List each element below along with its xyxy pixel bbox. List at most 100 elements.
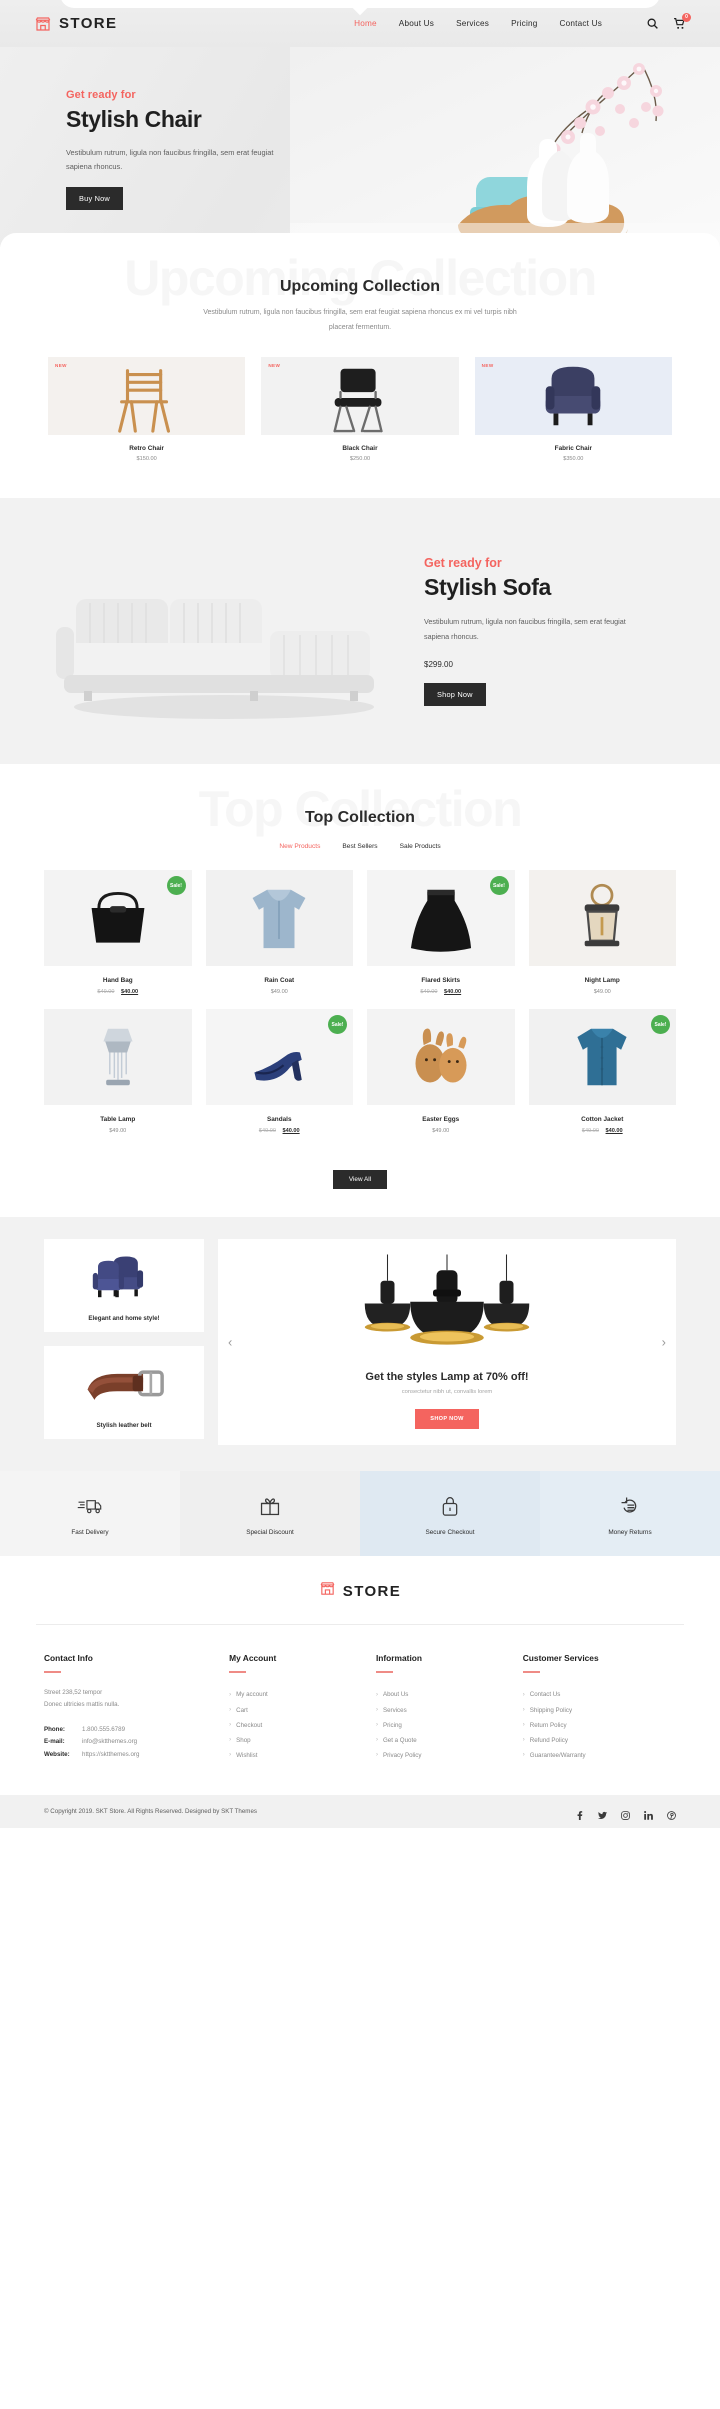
tab-sale-products[interactable]: Sale Products	[400, 843, 441, 850]
carousel-next-arrow[interactable]: ›	[662, 1336, 666, 1349]
instagram-icon[interactable]	[621, 1807, 630, 1821]
column-rule	[522, 1671, 540, 1674]
footer-column-contact-info: Contact Info Street 238,52 tempor Donec …	[44, 1653, 219, 1763]
promo-card-armchairs[interactable]: Elegant and home style!	[44, 1239, 204, 1333]
nav-item-about-us[interactable]: About Us	[399, 19, 434, 28]
upcoming-product-grid: NEW Retro Chair $150.00 NEW Black Chair …	[0, 335, 720, 462]
upcoming-card-black-chair[interactable]: NEW Black Chair $250.00	[261, 357, 459, 463]
contact-value[interactable]: 1.800.555.6789	[82, 1724, 125, 1737]
product-name: Table Lamp	[100, 1116, 136, 1124]
copyright-bar: © Copyright 2019. SKT Store. All Rights …	[0, 1795, 720, 1829]
store-homepage: STORE Home About Us Services Pricing Con…	[0, 0, 720, 1829]
footer-link-pricing[interactable]: › Pricing	[376, 1718, 513, 1733]
product-price: $49.00	[432, 1128, 450, 1135]
carousel-prev-arrow[interactable]: ‹	[228, 1336, 232, 1349]
footer-link-shipping-policy[interactable]: › Shipping Policy	[523, 1703, 676, 1718]
feature-fast-delivery[interactable]: Fast Delivery	[0, 1471, 180, 1557]
linkedin-icon[interactable]	[644, 1807, 653, 1821]
product-card-hand-bag[interactable]: Sale! Hand Bag $49.00 $40.00	[44, 870, 192, 995]
view-all-button[interactable]: View All	[332, 1170, 388, 1190]
contact-key: Phone:	[44, 1725, 65, 1733]
footer-link-about-us[interactable]: › About Us	[376, 1687, 513, 1702]
promo-subtitle: consectetur nibh ut, convallis lorem	[401, 1389, 493, 1396]
promo-shop-now-button[interactable]: SHOP NOW	[415, 1409, 479, 1430]
nav-item-home[interactable]: Home	[354, 19, 377, 28]
features-bar: Fast Delivery Special Discount Secure Ch…	[0, 1471, 720, 1557]
product-price: $40.00	[605, 1128, 623, 1135]
feature-label: Special Discount	[246, 1529, 294, 1537]
brand-logo[interactable]: STORE	[34, 15, 117, 33]
top-collection-tabs: New Products Best Sellers Sale Products	[0, 843, 720, 850]
product-card-rain-coat[interactable]: Rain Coat $49.00	[205, 870, 353, 995]
footer-link-services[interactable]: › Services	[376, 1703, 513, 1718]
product-price: $49.00	[109, 1128, 127, 1135]
tab-new-products[interactable]: New Products	[279, 843, 320, 850]
column-title: Information	[375, 1653, 422, 1664]
footer-link-refund-policy[interactable]: › Refund Policy	[523, 1733, 676, 1748]
footer-logo[interactable]: STORE	[0, 1580, 720, 1624]
contact-value[interactable]: https://sktthemes.org	[82, 1749, 139, 1762]
search-icon[interactable]	[646, 17, 659, 30]
product-card-flared-skirts[interactable]: Sale! Flared Skirts $49.00 $40.00	[367, 870, 515, 995]
promo-caption: Elegant and home style!	[88, 1315, 160, 1323]
facebook-icon[interactable]	[575, 1807, 584, 1821]
footer-link-guarantee-warranty[interactable]: › Guarantee/Warranty	[523, 1748, 676, 1763]
nav-item-services[interactable]: Services	[456, 19, 489, 28]
product-card-easter-eggs[interactable]: Easter Eggs $49.00	[367, 1009, 515, 1134]
hero-banner: Get ready for Stylish Chair Vestibulum r…	[0, 47, 720, 247]
product-name: Fabric Chair	[554, 445, 592, 453]
nav-item-pricing[interactable]: Pricing	[511, 19, 537, 28]
shop-now-button[interactable]: Shop Now	[424, 683, 486, 707]
column-title: My Account	[229, 1653, 277, 1664]
footer-link-return-policy[interactable]: › Return Policy	[523, 1718, 676, 1733]
upcoming-collection-section: Upcoming Collection Upcoming Collection …	[0, 233, 720, 472]
feature-special-discount[interactable]: Special Discount	[180, 1471, 360, 1557]
feature-secure-checkout[interactable]: Secure Checkout	[360, 1471, 540, 1557]
product-image-fabric-chair: NEW	[474, 357, 672, 436]
footer-link-wishlist[interactable]: › Wishlist	[229, 1748, 366, 1763]
footer-link-contact-us[interactable]: › Contact Us	[523, 1687, 676, 1702]
product-price: $40.00	[444, 989, 462, 996]
buy-now-button[interactable]: Buy Now	[66, 187, 123, 211]
product-card-cotton-jacket[interactable]: Sale! Cotton Jacket $49.00 $40.00	[528, 1009, 676, 1135]
cart-icon[interactable]: 0	[673, 13, 691, 30]
footer-link-my-account[interactable]: › My account	[229, 1687, 366, 1702]
footer-link-privacy-policy[interactable]: › Privacy Policy	[376, 1748, 513, 1763]
link-label: Pricing	[382, 1721, 402, 1729]
upcoming-card-retro-chair[interactable]: NEW Retro Chair $150.00	[48, 357, 246, 462]
link-label: Guarantee/Warranty	[529, 1752, 586, 1760]
promo-card-belt[interactable]: Stylish leather belt	[44, 1346, 204, 1440]
footer-link-get-a-quote[interactable]: › Get a Quote	[376, 1733, 513, 1748]
column-rule	[44, 1671, 61, 1674]
link-label: Checkout	[236, 1721, 263, 1729]
storefront-icon	[319, 1580, 336, 1602]
new-badge: NEW	[268, 363, 281, 369]
chevron-right-icon: ›	[522, 1691, 525, 1698]
tab-best-sellers[interactable]: Best Sellers	[342, 843, 377, 850]
twitter-icon[interactable]	[598, 1807, 607, 1820]
product-old-price: $49.00	[581, 1128, 599, 1135]
footer-link-shop[interactable]: › Shop	[229, 1733, 366, 1748]
upcoming-description: Vestibulum rutrum, ligula non faucibus f…	[203, 309, 517, 331]
feature-money-returns[interactable]: Money Returns	[540, 1471, 720, 1557]
product-card-table-lamp[interactable]: Table Lamp $49.00	[44, 1009, 192, 1134]
link-label: Privacy Policy	[382, 1752, 422, 1760]
feature-label: Money Returns	[608, 1529, 652, 1537]
footer-link-cart[interactable]: › Cart	[229, 1703, 366, 1718]
footer-link-checkout[interactable]: › Checkout	[229, 1718, 366, 1733]
product-card-sandals[interactable]: Sale! Sandals $49.00 $40.00	[205, 1009, 353, 1134]
column-rule	[229, 1671, 247, 1674]
product-name: Easter Eggs	[422, 1116, 460, 1124]
link-label: Contact Us	[529, 1691, 561, 1699]
brand-name: STORE	[59, 15, 118, 32]
nav-item-contact-us[interactable]: Contact Us	[560, 19, 603, 28]
product-price: $250.00	[349, 456, 371, 463]
upcoming-card-fabric-chair[interactable]: NEW Fabric Chair $350.00	[474, 357, 672, 462]
hero-title: Stylish Chair	[66, 106, 202, 132]
product-card-night-lamp[interactable]: Night Lamp $49.00	[528, 870, 676, 995]
contact-value[interactable]: info@sktthemes.org	[82, 1736, 137, 1749]
sofa-description: Vestibulum rutrum, ligula non faucibus f…	[424, 617, 626, 641]
pinterest-icon[interactable]	[667, 1807, 676, 1821]
address-line: Street 238,52 tempor	[44, 1689, 103, 1697]
site-footer: STORE Contact Info Street 238,52 tempor …	[0, 1556, 720, 1829]
